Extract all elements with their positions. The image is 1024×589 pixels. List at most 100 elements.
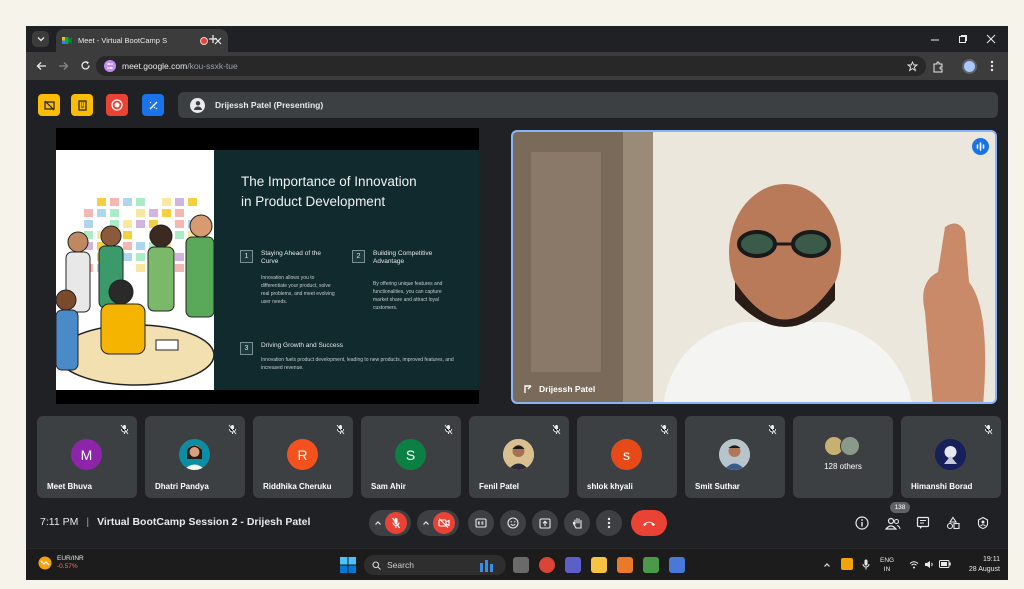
slide-point-3: 3 Driving Growth and Success Innovation … — [240, 342, 468, 372]
sticky-note — [136, 198, 145, 206]
extension-button-1[interactable] — [38, 94, 60, 116]
people-button[interactable]: 138 — [885, 502, 910, 532]
taskbar: EUR/INR -0.57% Search ENG IN 19:11 28 Au… — [26, 548, 1008, 580]
participant-tile[interactable]: s shlok khyali — [577, 416, 677, 498]
slide-title: The Importance of Innovation in Product … — [241, 172, 461, 212]
mic-off-icon — [228, 424, 237, 435]
emoji-icon — [507, 517, 519, 529]
mic-control[interactable] — [369, 510, 411, 536]
participant-tile[interactable]: Himanshi Borad — [901, 416, 1001, 498]
extensions-icon[interactable] — [932, 61, 944, 73]
sticky-note — [136, 253, 145, 261]
taskbar-search[interactable]: Search — [364, 555, 506, 575]
sticky-note — [175, 198, 184, 206]
chart-down-icon — [38, 556, 52, 570]
hand-icon — [572, 517, 582, 529]
sticky-note — [162, 209, 171, 217]
chevron-up-icon[interactable] — [422, 519, 430, 527]
site-info-icon[interactable] — [104, 60, 116, 72]
others-tile[interactable]: 128 others — [793, 416, 893, 498]
language-bottom: IN — [883, 566, 891, 573]
back-icon[interactable] — [36, 61, 47, 71]
present-button[interactable] — [532, 510, 558, 536]
reactions-button[interactable] — [500, 510, 526, 536]
mic-toggle[interactable] — [384, 512, 407, 534]
point-number: 1 — [240, 250, 253, 263]
participant-name: Dhatri Pandya — [155, 482, 209, 491]
participant-tile[interactable]: Fenil Patel — [469, 416, 569, 498]
avatar — [503, 439, 534, 470]
building-icon — [77, 99, 87, 111]
stock-widget[interactable]: EUR/INR -0.57% — [38, 555, 84, 571]
app-icon[interactable] — [617, 557, 633, 573]
tray-app-icon[interactable] — [841, 558, 853, 570]
reload-icon[interactable] — [80, 60, 91, 71]
point-heading: Driving Growth and Success — [261, 342, 344, 349]
battery-icon[interactable] — [939, 560, 951, 568]
microphone-icon[interactable] — [862, 559, 870, 570]
app-icon[interactable] — [643, 557, 659, 573]
app-icon[interactable] — [669, 557, 685, 573]
chevron-up-icon[interactable] — [823, 561, 831, 569]
leave-call-button[interactable] — [631, 510, 667, 536]
file-explorer-icon[interactable] — [591, 557, 607, 573]
clock-time: 19:11 — [983, 556, 1000, 563]
participant-tile[interactable]: S Sam Ahir — [361, 416, 461, 498]
speaking-indicator — [972, 138, 989, 155]
camera-toggle[interactable] — [432, 512, 455, 534]
windows-start-icon[interactable] — [340, 557, 356, 573]
point-heading: Building Competitive Advantage — [373, 250, 433, 265]
extension-button-3[interactable] — [142, 94, 164, 116]
teams-icon[interactable] — [565, 557, 581, 573]
raise-hand-button[interactable] — [564, 510, 590, 536]
active-tab[interactable]: Meet - Virtual BootCamp S — [56, 29, 228, 52]
camera-control[interactable] — [417, 510, 459, 536]
participant-tile[interactable]: R Riddhika Cheruku — [253, 416, 353, 498]
record-button[interactable] — [106, 94, 128, 116]
participant-name: Fenil Patel — [479, 482, 520, 491]
task-view-icon[interactable] — [513, 557, 529, 573]
extension-button-2[interactable] — [71, 94, 93, 116]
sticky-note — [136, 264, 145, 272]
slide-point-1: 1 Staying Ahead of the Curve Innovation … — [240, 250, 345, 306]
sticky-note — [84, 220, 93, 228]
clock[interactable]: 19:11 28 August — [956, 555, 1000, 575]
tab-search-button[interactable] — [32, 31, 49, 47]
activities-icon[interactable] — [946, 516, 960, 530]
wifi-icon[interactable] — [909, 560, 919, 569]
star-icon[interactable] — [907, 60, 918, 72]
participant-name: shlok khyali — [587, 482, 633, 491]
new-tab-icon[interactable] — [208, 34, 218, 44]
search-icon — [372, 560, 381, 570]
participant-tile[interactable]: Smit Suthar — [685, 416, 785, 498]
speaker-video-tile[interactable]: Drijessh Patel — [511, 130, 997, 404]
language-indicator[interactable]: ENG IN — [880, 556, 894, 574]
speaker-name: Drijessh Patel — [539, 384, 596, 394]
profile-photo — [719, 439, 750, 470]
avatar — [840, 436, 860, 456]
forward-icon[interactable] — [58, 61, 69, 71]
participant-tile[interactable]: M Meet Bhuva — [37, 416, 137, 498]
more-options-button[interactable] — [596, 510, 622, 536]
chevron-up-icon[interactable] — [374, 519, 382, 527]
host-controls-icon[interactable] — [976, 516, 990, 530]
volume-icon[interactable] — [924, 560, 934, 569]
more-vert-icon[interactable] — [990, 60, 994, 72]
sticky-note — [110, 198, 119, 206]
address-bar[interactable]: meet.google.com/kou-ssxk-tue — [96, 56, 926, 76]
captions-button[interactable] — [468, 510, 494, 536]
restore-icon[interactable] — [958, 34, 968, 44]
meeting-info-icon[interactable] — [855, 516, 869, 530]
participant-tile[interactable]: Dhatri Pandya — [145, 416, 245, 498]
sticky-note — [136, 209, 145, 217]
chrome-icon[interactable] — [539, 557, 555, 573]
presentation-slide: The Importance of Innovation in Product … — [56, 128, 479, 404]
sticky-note — [162, 198, 171, 206]
mic-off-icon — [444, 424, 453, 435]
chat-icon[interactable] — [916, 516, 930, 530]
present-to-all-icon — [539, 517, 551, 529]
profile-avatar[interactable] — [962, 59, 977, 74]
window-close-icon[interactable] — [986, 34, 996, 44]
url-path: /kou-ssxk-tue — [187, 61, 238, 71]
minimize-icon[interactable] — [930, 35, 940, 45]
